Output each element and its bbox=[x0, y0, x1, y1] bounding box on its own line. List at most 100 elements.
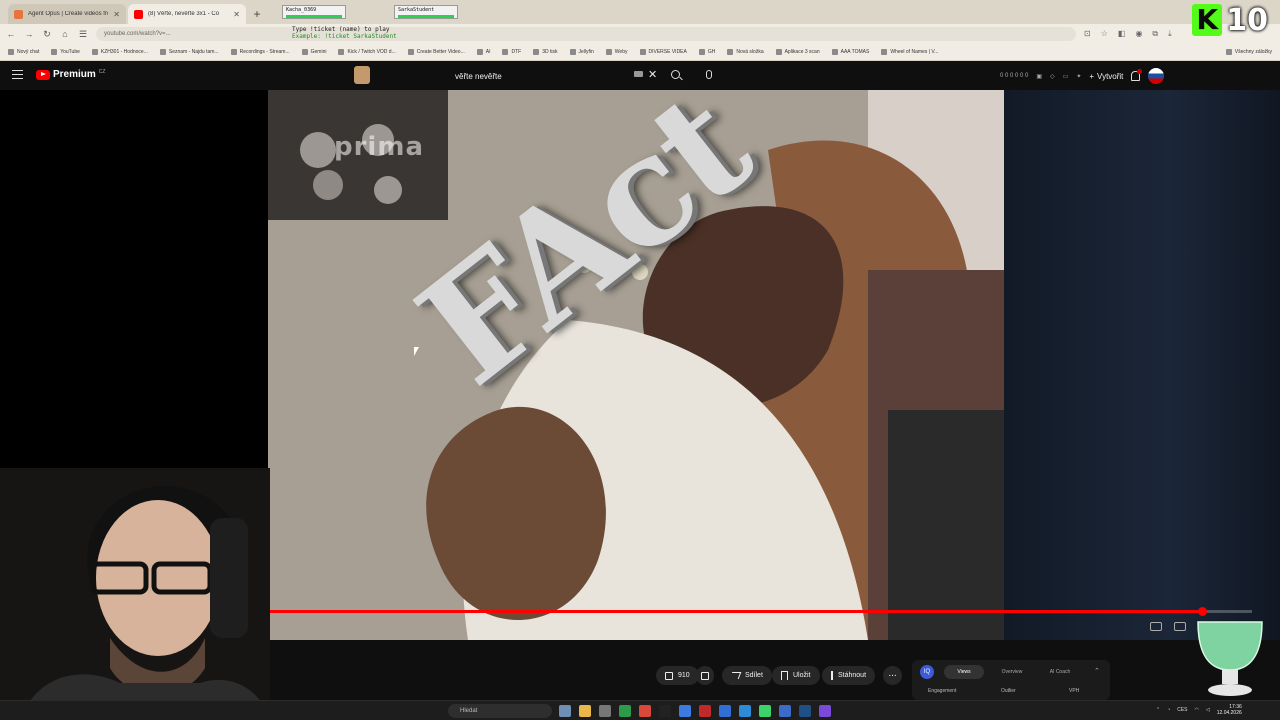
bookmark-item[interactable]: 3D tisk bbox=[533, 49, 558, 55]
opera-icon[interactable] bbox=[699, 705, 711, 717]
bookmark-label: Kick / Twitch VOD d... bbox=[347, 49, 396, 55]
extension-icon[interactable]: ◇ bbox=[1050, 73, 1055, 80]
app-icon[interactable] bbox=[779, 705, 791, 717]
close-tab-icon[interactable]: ✕ bbox=[113, 10, 120, 19]
tiktok-icon[interactable] bbox=[659, 705, 671, 717]
bookmark-item[interactable]: Nová složka bbox=[727, 49, 764, 55]
app-icon[interactable] bbox=[719, 705, 731, 717]
notifications-bell-icon[interactable] bbox=[1131, 69, 1143, 81]
clock[interactable]: 17:36 12.04.2026 bbox=[1217, 704, 1242, 716]
download-icon[interactable]: ⤓ bbox=[1168, 29, 1172, 39]
bookmark-item[interactable]: Weby bbox=[605, 49, 628, 55]
bookmark-icon bbox=[407, 49, 414, 55]
new-tab-button[interactable]: + bbox=[248, 4, 266, 24]
save-label: Uložit bbox=[793, 672, 811, 679]
logo-text: Premium bbox=[53, 69, 96, 80]
create-button[interactable]: + Vytvořit bbox=[1089, 72, 1123, 81]
chevron-up-icon[interactable]: ⌃ bbox=[1156, 707, 1160, 713]
home-icon[interactable]: ⌂ bbox=[60, 29, 70, 39]
app-icon[interactable] bbox=[739, 705, 751, 717]
bookmark-item[interactable]: AI bbox=[476, 49, 490, 55]
bookmark-item[interactable]: KZH301 - Hodnoce... bbox=[91, 49, 148, 55]
subtitles-icon[interactable] bbox=[1150, 622, 1162, 631]
tab-title: Agent Opus | Create videos fro bbox=[28, 11, 109, 17]
bookmark-item[interactable]: AAA TOMAS bbox=[831, 49, 869, 55]
live-icon[interactable]: ✦ bbox=[1076, 73, 1081, 80]
bookmark-item[interactable]: Create Better Video... bbox=[407, 49, 465, 55]
bookmark-item[interactable]: Nový chat bbox=[8, 49, 39, 55]
bookmark-item[interactable]: DTF bbox=[502, 49, 521, 55]
video-frame[interactable]: prima FAct bbox=[268, 90, 1004, 640]
bookmark-item[interactable]: YouTube bbox=[51, 49, 80, 55]
like-button[interactable]: 910 bbox=[656, 666, 699, 685]
extension-icon[interactable]: ▣ bbox=[1036, 73, 1042, 80]
ext-sublabel: Engagement bbox=[928, 688, 957, 694]
language-indicator[interactable]: CES bbox=[1177, 707, 1187, 713]
site-info-icon[interactable]: ☰ bbox=[78, 29, 88, 40]
vidiq-logo-icon[interactable]: IQ bbox=[920, 665, 934, 679]
streamer-avatar-icon bbox=[354, 66, 370, 84]
edge-icon[interactable] bbox=[679, 705, 691, 717]
more-options-button[interactable]: ... bbox=[883, 666, 902, 685]
extensions-puzzle-icon[interactable]: ⧉ bbox=[1152, 29, 1158, 39]
back-icon[interactable]: ← bbox=[6, 29, 16, 39]
microphone-icon[interactable] bbox=[706, 70, 712, 79]
settings-app-icon[interactable] bbox=[599, 705, 611, 717]
bookmark-item[interactable]: Seznam - Najdu tam... bbox=[159, 49, 219, 55]
extension-icon[interactable]: ◉ bbox=[1135, 29, 1142, 39]
bookmark-item[interactable]: DIVERSE VIDEA bbox=[639, 49, 687, 55]
app-icon[interactable] bbox=[819, 705, 831, 717]
file-explorer-icon[interactable] bbox=[579, 705, 591, 717]
bookmark-item[interactable]: Kick / Twitch VOD d... bbox=[338, 49, 396, 55]
forward-icon[interactable]: → bbox=[24, 29, 34, 39]
chrome-icon[interactable] bbox=[639, 705, 651, 717]
save-button[interactable]: Uložit bbox=[772, 666, 820, 685]
browser-tab-active[interactable]: (8) Věřte, nevěřte 3x1 - Co ✕ bbox=[128, 4, 246, 24]
media-player-icon[interactable] bbox=[759, 705, 771, 717]
dislike-button[interactable] bbox=[696, 666, 714, 685]
keyboard-icon[interactable] bbox=[634, 71, 643, 77]
close-tab-icon[interactable]: ✕ bbox=[233, 10, 240, 19]
ext-tab-views[interactable]: Views bbox=[944, 665, 984, 679]
search-input[interactable] bbox=[446, 68, 662, 85]
chevron-up-icon[interactable]: ⌃ bbox=[1094, 667, 1100, 675]
wifi-icon[interactable]: ◠ bbox=[1195, 707, 1199, 713]
bookmark-item[interactable]: Jellyfin bbox=[569, 49, 594, 55]
xbox-icon[interactable] bbox=[619, 705, 631, 717]
bookmark-label: 3D tisk bbox=[542, 49, 558, 55]
bookmark-item[interactable]: Gemini bbox=[301, 49, 326, 55]
browser-tab[interactable]: Agent Opus | Create videos fro ✕ bbox=[8, 4, 126, 24]
cast-icon[interactable]: ▭ bbox=[1063, 73, 1069, 80]
like-count: 910 bbox=[678, 672, 690, 679]
account-avatar[interactable] bbox=[1148, 68, 1165, 84]
ext-tab-ai-coach[interactable]: AI Coach bbox=[1040, 665, 1080, 679]
browser-tab-strip: Agent Opus | Create videos fro ✕ (8) Věř… bbox=[0, 0, 1280, 24]
all-bookmarks-link[interactable]: Všechny záložky bbox=[1225, 49, 1280, 55]
bookmark-icon bbox=[727, 49, 734, 55]
steam-icon[interactable] bbox=[799, 705, 811, 717]
task-view-icon[interactable] bbox=[559, 705, 571, 717]
hamburger-menu-icon[interactable] bbox=[12, 70, 23, 79]
system-tray: ⌃ ◔ CES ◠ ◁ 17:36 12.04.2026 bbox=[1156, 704, 1242, 716]
download-button[interactable]: Stáhnout bbox=[822, 666, 876, 685]
bookmark-icon bbox=[502, 49, 509, 55]
volume-icon[interactable]: ◁ bbox=[1206, 707, 1210, 713]
share-button[interactable]: Sdílet bbox=[722, 666, 772, 685]
install-icon[interactable]: ⊡ bbox=[1084, 29, 1091, 39]
reload-icon[interactable]: ↻ bbox=[42, 29, 52, 40]
url-field[interactable]: youtube.com/watch?v=... Type !ticket (na… bbox=[96, 26, 1076, 41]
clear-search-icon[interactable]: ✕ bbox=[648, 68, 657, 81]
bookmark-item[interactable]: Aplikace 3 scan bbox=[775, 49, 820, 55]
extension-icon[interactable]: ◧ bbox=[1118, 29, 1126, 39]
ext-tab-overview[interactable]: Overview bbox=[992, 665, 1032, 679]
bookmark-item[interactable]: Wheel of Names | V... bbox=[881, 49, 938, 55]
settings-icon[interactable] bbox=[1174, 622, 1186, 631]
network-icon[interactable]: ◔ bbox=[1167, 707, 1170, 713]
bookmark-star-icon[interactable]: ☆ bbox=[1101, 29, 1108, 39]
bookmark-item[interactable]: Recordings - Stream... bbox=[230, 49, 290, 55]
youtube-logo[interactable]: Premium CZ bbox=[36, 69, 105, 80]
search-icon[interactable] bbox=[671, 70, 680, 79]
youtube-header: Premium CZ ✕ 0 0 0 0 0 0 ▣ ◇ ▭ ✦ + Vytvo… bbox=[0, 62, 1280, 90]
bookmark-item[interactable]: GH bbox=[698, 49, 715, 55]
taskbar-search[interactable]: Hledat bbox=[448, 704, 552, 718]
